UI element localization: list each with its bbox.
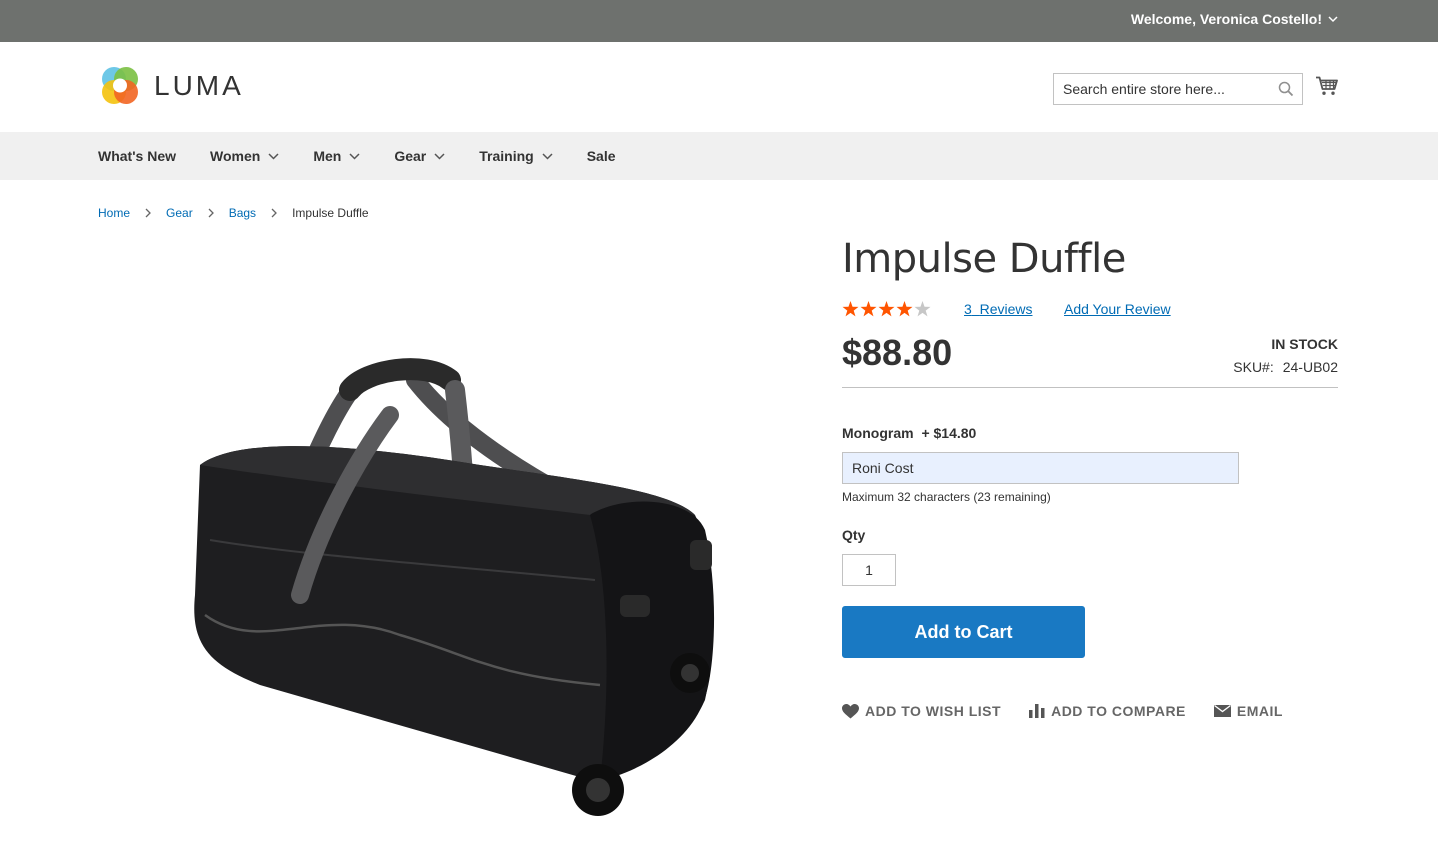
qty-input[interactable] <box>842 554 896 586</box>
shopping-cart-icon <box>1316 76 1338 95</box>
chevron-down-icon <box>542 152 553 160</box>
chevron-down-icon <box>434 152 445 160</box>
chevron-right-icon <box>208 208 214 218</box>
add-review-link[interactable]: Add Your Review <box>1064 301 1171 317</box>
nav-item-label: Sale <box>586 148 616 164</box>
heart-icon <box>842 703 859 718</box>
star-icon <box>878 301 895 317</box>
nav-item-gear[interactable]: Gear <box>394 148 445 164</box>
sku-label: SKU#: <box>1233 359 1274 375</box>
customer-menu-toggle[interactable]: Welcome, Veronica Costello! <box>1131 11 1338 27</box>
nav-item-training[interactable]: Training <box>479 148 553 164</box>
add-to-cart-button[interactable]: Add to Cart <box>842 606 1085 658</box>
minicart-button[interactable] <box>1316 76 1338 101</box>
chevron-down-icon <box>349 152 360 160</box>
qty-label: Qty <box>842 527 866 543</box>
chevron-right-icon <box>271 208 277 218</box>
star-icon <box>896 301 913 317</box>
product-sku: SKU#: 24-UB02 <box>1233 359 1338 375</box>
nav-item-label: What's New <box>98 148 177 164</box>
nav-item-sale[interactable]: Sale <box>587 148 616 164</box>
nav-item-women[interactable]: Women <box>210 148 279 164</box>
breadcrumb: Home Gear Bags Impulse Duffle <box>98 206 369 220</box>
chevron-down-icon <box>1328 15 1338 22</box>
product-rating <box>842 301 931 317</box>
logo-text: LUMA <box>154 70 244 101</box>
compare-chart-icon <box>1029 704 1045 718</box>
breadcrumb-link-home[interactable]: Home <box>98 206 130 220</box>
star-icon <box>842 301 859 317</box>
product-social-links: ADD TO WISH LIST ADD TO COMPARE EMAIL <box>842 703 1283 719</box>
email-label: EMAIL <box>1236 703 1283 719</box>
nav-item-label: Women <box>210 148 261 164</box>
stock-status: IN STOCK <box>1271 336 1338 352</box>
search-button[interactable] <box>1278 81 1294 102</box>
nav-item-men[interactable]: Men <box>313 148 360 164</box>
nav-item-label: Training <box>479 148 534 164</box>
email-button[interactable]: EMAIL <box>1213 703 1283 719</box>
rating-stars <box>842 301 931 317</box>
welcome-message: Welcome, Veronica Costello! <box>1130 11 1322 27</box>
chevron-down-icon <box>268 152 279 160</box>
top-panel: Welcome, Veronica Costello! <box>0 0 1438 42</box>
star-empty-icon <box>914 301 931 317</box>
add-to-compare-button[interactable]: ADD TO COMPARE <box>1029 703 1186 719</box>
monogram-note: Maximum 32 characters (23 remaining) <box>842 490 1051 504</box>
monogram-price: + $14.80 <box>921 425 977 441</box>
page-header: LUMA <box>0 42 1438 132</box>
store-logo[interactable]: LUMA <box>98 64 244 108</box>
reviews-count: 3 <box>964 301 972 317</box>
reviews-label: Reviews <box>979 301 1033 317</box>
sku-value: 24-UB02 <box>1282 359 1338 375</box>
search-box <box>1053 73 1303 105</box>
product-image[interactable] <box>180 355 725 830</box>
breadcrumb-link-gear[interactable]: Gear <box>166 206 193 220</box>
product-price: $88.80 <box>842 332 953 373</box>
nav-item-label: Men <box>313 148 342 164</box>
star-icon <box>860 301 877 317</box>
chevron-right-icon <box>145 208 151 218</box>
main-navigation: What's New Women Men Gear Training Sale <box>0 132 1438 180</box>
search-input[interactable] <box>1054 74 1264 104</box>
wishlist-label: ADD TO WISH LIST <box>865 703 1002 719</box>
duffle-bag-image <box>194 358 715 816</box>
product-title: Impulse Duffle <box>842 236 1126 282</box>
divider <box>842 387 1338 388</box>
envelope-icon <box>1213 705 1231 717</box>
breadcrumb-current: Impulse Duffle <box>292 206 369 220</box>
breadcrumb-link-bags[interactable]: Bags <box>229 206 256 220</box>
luma-logo-icon <box>102 67 138 104</box>
monogram-input[interactable] <box>842 452 1239 484</box>
compare-label: ADD TO COMPARE <box>1051 703 1186 719</box>
nav-item-label: Gear <box>394 148 427 164</box>
monogram-label: Monogram + $14.80 <box>842 425 976 441</box>
nav-item-whats-new[interactable]: What's New <box>98 148 176 164</box>
add-to-wishlist-button[interactable]: ADD TO WISH LIST <box>842 703 1001 719</box>
search-icon <box>1278 81 1294 97</box>
reviews-link[interactable]: 3 Reviews <box>964 301 1032 317</box>
monogram-label-text: Monogram <box>842 425 914 441</box>
